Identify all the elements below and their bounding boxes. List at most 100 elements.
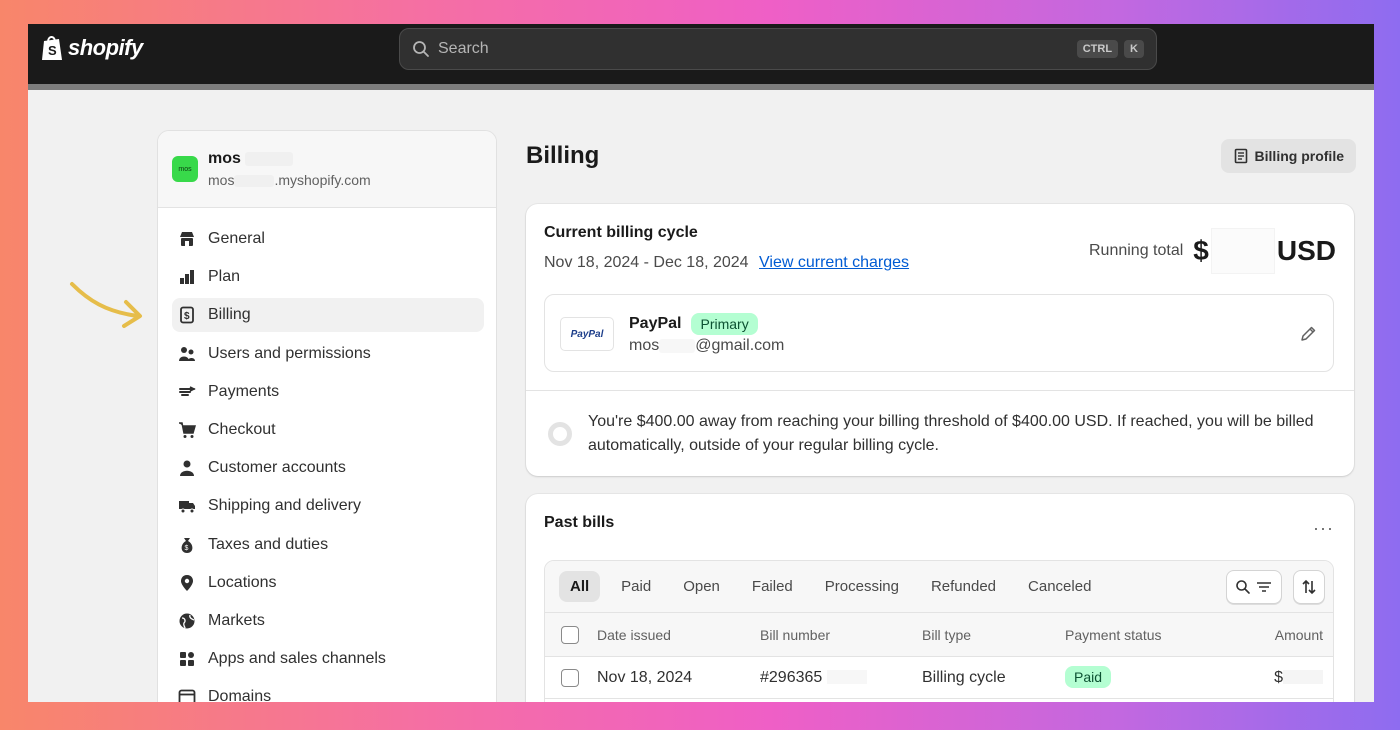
svg-text:S: S: [48, 43, 57, 58]
bill-amount: $: [1274, 669, 1323, 687]
sidebar-item-billing[interactable]: $ Billing: [172, 298, 484, 333]
money-bag-icon: $: [181, 537, 193, 553]
brand-name: shopify: [68, 35, 143, 60]
bill-filter-tabs: All Paid Open Failed Processing Refunded…: [545, 561, 1333, 613]
sidebar-item-shipping[interactable]: Shipping and delivery: [172, 489, 484, 523]
redacted-block: [245, 151, 294, 166]
billing-profile-label: Billing profile: [1254, 148, 1344, 164]
redacted-block: [659, 338, 696, 353]
store-icon: [180, 232, 194, 246]
sidebar-item-general[interactable]: General: [172, 222, 484, 256]
sidebar-item-label: General: [208, 230, 265, 247]
tab-canceled[interactable]: Canceled: [1017, 571, 1102, 602]
bill-date: Nov 18, 2024: [597, 668, 693, 686]
cart-icon: [179, 422, 196, 438]
select-all-checkbox[interactable]: [561, 625, 579, 644]
pencil-icon[interactable]: [1299, 325, 1317, 343]
sidebar-item-label: Apps and sales channels: [208, 650, 386, 668]
tab-all[interactable]: All: [559, 571, 601, 602]
column-bill-number: Bill number: [760, 626, 831, 643]
settings-nav: General Plan $ Billing Users and permiss…: [158, 208, 496, 702]
plan-icon: [180, 270, 194, 285]
view-current-charges-link[interactable]: View current charges: [759, 254, 909, 271]
column-amount: Amount: [1274, 626, 1323, 643]
sidebar-item-label: Users and permissions: [208, 344, 371, 362]
person-icon: [180, 460, 194, 477]
bill-number: #296365: [760, 669, 867, 687]
payment-method-email: mos @gmail.com: [629, 337, 785, 354]
shopify-bag-icon: S: [42, 36, 62, 60]
annotation-arrow-icon: [70, 282, 142, 328]
more-actions-icon[interactable]: ···: [1313, 518, 1334, 539]
sidebar-item-plan[interactable]: Plan: [172, 260, 484, 294]
bill-type: Billing cycle: [922, 668, 1006, 686]
billing-profile-button[interactable]: Billing profile: [1220, 139, 1356, 173]
sidebar-item-label: Plan: [208, 268, 241, 286]
table-row[interactable]: Nov 18, 2024 #296365 Billing cycle Paid …: [545, 657, 1333, 699]
redacted-block: [1210, 228, 1275, 274]
tab-failed[interactable]: Failed: [741, 571, 804, 602]
shortcut-key-k: K: [1124, 40, 1144, 58]
sidebar-item-checkout[interactable]: Checkout: [172, 413, 484, 447]
sidebar-item-customer-accounts[interactable]: Customer accounts: [172, 451, 484, 485]
payment-method-name-row: PayPal Primary: [629, 313, 758, 335]
sidebar-item-label: Payments: [208, 382, 280, 400]
filter-icon: [1257, 582, 1271, 592]
paypal-logo: PayPal: [560, 317, 614, 351]
store-domain: mos .myshopify.com: [208, 172, 371, 188]
store-header[interactable]: mos mos mos .myshopify.com: [158, 131, 496, 208]
tab-processing[interactable]: Processing: [814, 571, 910, 602]
sort-icon: [1302, 579, 1316, 595]
redacted-block: [826, 670, 867, 685]
sidebar-item-label: Checkout: [208, 420, 276, 438]
sidebar-item-taxes[interactable]: $ Taxes and duties: [172, 528, 484, 562]
table-header: Date issued Bill number Bill type Paymen…: [545, 613, 1333, 657]
redacted-block: [234, 175, 275, 188]
tab-refunded[interactable]: Refunded: [920, 571, 1007, 602]
sidebar-item-label: Customer accounts: [208, 459, 346, 477]
sidebar-item-label: Markets: [208, 611, 265, 629]
shopify-logo[interactable]: S shopify: [40, 34, 143, 62]
search-bar[interactable]: Search CTRL K: [399, 28, 1157, 70]
sidebar-item-label: Domains: [208, 688, 272, 702]
settings-sidebar: mos mos mos .myshopify.com General Plan $…: [157, 130, 497, 702]
sidebar-item-payments[interactable]: Payments: [172, 375, 484, 409]
tab-open[interactable]: Open: [672, 571, 731, 602]
search-filter-button[interactable]: [1226, 570, 1282, 604]
domain-icon: [178, 689, 196, 702]
location-pin-icon: [181, 574, 193, 591]
sidebar-item-markets[interactable]: Markets: [172, 604, 484, 638]
billing-cycle-range: Nov 18, 2024 - Dec 18, 2024: [544, 254, 749, 271]
shortcut-key-ctrl: CTRL: [1076, 40, 1119, 58]
sidebar-item-locations[interactable]: Locations: [172, 566, 484, 600]
column-date-issued: Date issued: [597, 626, 671, 643]
primary-badge: Primary: [691, 313, 758, 335]
billing-cycle-title: Current billing cycle: [544, 224, 698, 241]
row-checkbox[interactable]: [561, 668, 579, 687]
app-window: S shopify Search CTRL K mos mos mos .mysh…: [28, 24, 1374, 702]
globe-icon: [179, 613, 195, 629]
threshold-progress-ring: [548, 422, 572, 446]
users-icon: [179, 346, 195, 361]
payment-method-name: PayPal: [629, 315, 682, 332]
payment-method: PayPal PayPal Primary mos @gmail.com: [544, 294, 1334, 372]
top-bar: S shopify Search CTRL K: [28, 24, 1374, 84]
running-total: Running total $ USD: [1089, 228, 1336, 274]
threshold-message: You're $400.00 away from reaching your b…: [588, 413, 1314, 454]
running-total-currency: USD: [1276, 235, 1336, 266]
billing-cycle-dates: Nov 18, 2024 - Dec 18, 2024 View current…: [544, 254, 909, 272]
sidebar-item-label: Billing: [208, 306, 251, 324]
truck-icon: [179, 501, 195, 514]
search-placeholder: Search: [438, 40, 489, 57]
sidebar-item-apps[interactable]: Apps and sales channels: [172, 642, 484, 676]
past-bills-card: Past bills ··· All Paid Open Failed Proc…: [526, 494, 1354, 702]
svg-text:$: $: [184, 311, 190, 322]
sidebar-item-label: Taxes and duties: [208, 535, 329, 553]
topbar-divider: [28, 84, 1374, 90]
tab-paid[interactable]: Paid: [610, 571, 662, 602]
sort-button[interactable]: [1293, 570, 1325, 604]
sidebar-item-domains[interactable]: Domains: [172, 680, 484, 702]
store-avatar: mos: [172, 156, 198, 182]
divider: [526, 390, 1354, 391]
sidebar-item-users[interactable]: Users and permissions: [172, 337, 484, 371]
